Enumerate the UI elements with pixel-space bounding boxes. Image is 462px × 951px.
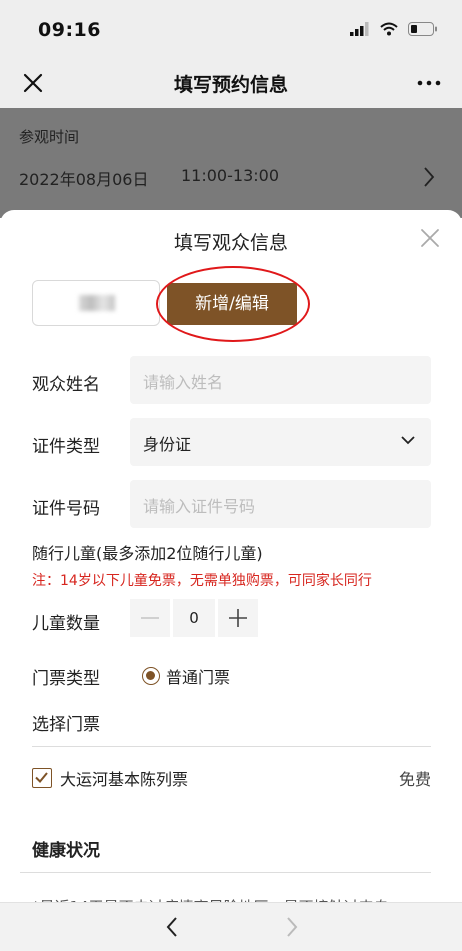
- divider: [20, 872, 431, 873]
- minus-icon: [141, 617, 159, 619]
- checkmark-icon: [35, 772, 48, 783]
- visit-time-section: 参观时间 2022年08月06日 11:00-13:00: [0, 108, 462, 218]
- ticket-type-option: 普通门票: [166, 668, 231, 687]
- id-type-label: 证件类型: [32, 437, 100, 457]
- id-number-input[interactable]: 请输入证件号码: [130, 480, 431, 528]
- ticket-item[interactable]: 大运河基本陈列票: [32, 766, 188, 790]
- radio-selected-icon[interactable]: [142, 667, 160, 685]
- ticket-type-radio[interactable]: 普通门票: [142, 664, 230, 688]
- wifi-icon: [380, 22, 398, 36]
- browser-toolbar: [0, 902, 462, 951]
- signal-icon: [350, 22, 369, 36]
- annotation-circle: [156, 266, 310, 342]
- id-type-select[interactable]: 身份证: [130, 418, 431, 466]
- ticket-price: 免费: [398, 770, 431, 789]
- name-label: 观众姓名: [32, 375, 100, 395]
- sheet-title: 填写观众信息: [173, 232, 288, 254]
- forward-arrow-icon[interactable]: [284, 915, 300, 939]
- plus-icon: [229, 609, 247, 627]
- children-count-label: 儿童数量: [32, 614, 100, 634]
- back-arrow-icon[interactable]: [164, 915, 180, 939]
- status-time: 09:16: [38, 19, 101, 41]
- children-count-stepper: 0: [130, 599, 258, 637]
- visitor-info-sheet: 填写观众信息 新增/编辑 观众姓名 请输入姓名 证件类型 身份证 证件号码 请输…: [0, 210, 462, 950]
- more-icon[interactable]: [416, 70, 442, 96]
- children-title: 随行儿童(最多添加2位随行儿童): [32, 544, 263, 563]
- visit-slot: 11:00-13:00: [181, 166, 279, 185]
- nav-bar: 填写预约信息: [0, 58, 462, 108]
- chevron-right-icon[interactable]: [422, 166, 436, 188]
- status-icons: [350, 22, 438, 36]
- health-title: 健康状况: [32, 841, 100, 861]
- children-note: 注：14岁以下儿童免票，无需单独购票，可同家长同行: [32, 573, 372, 589]
- name-placeholder: 请输入姓名: [143, 373, 224, 392]
- increment-button[interactable]: [218, 599, 258, 637]
- id-type-value: 身份证: [143, 435, 192, 454]
- page-title: 填写预约信息: [173, 74, 288, 96]
- visitor-chip[interactable]: [32, 280, 160, 326]
- id-number-label: 证件号码: [32, 499, 100, 519]
- chevron-down-icon: [401, 436, 415, 445]
- ticket-name: 大运河基本陈列票: [60, 770, 189, 789]
- ticket-type-label: 门票类型: [32, 669, 100, 689]
- children-count-value[interactable]: 0: [173, 599, 215, 637]
- id-number-placeholder: 请输入证件号码: [143, 497, 256, 516]
- divider: [32, 746, 431, 747]
- choose-ticket-label: 选择门票: [32, 715, 100, 735]
- blurred-visitor-name: [79, 295, 115, 311]
- checkbox[interactable]: [32, 768, 52, 788]
- visit-date: 2022年08月06日: [19, 170, 149, 189]
- name-input[interactable]: 请输入姓名: [130, 356, 431, 404]
- battery-icon: [408, 22, 437, 36]
- close-icon[interactable]: [420, 228, 440, 248]
- status-bar: 09:16: [0, 0, 462, 58]
- visit-time-label: 参观时间: [19, 128, 80, 146]
- decrement-button[interactable]: [130, 599, 170, 637]
